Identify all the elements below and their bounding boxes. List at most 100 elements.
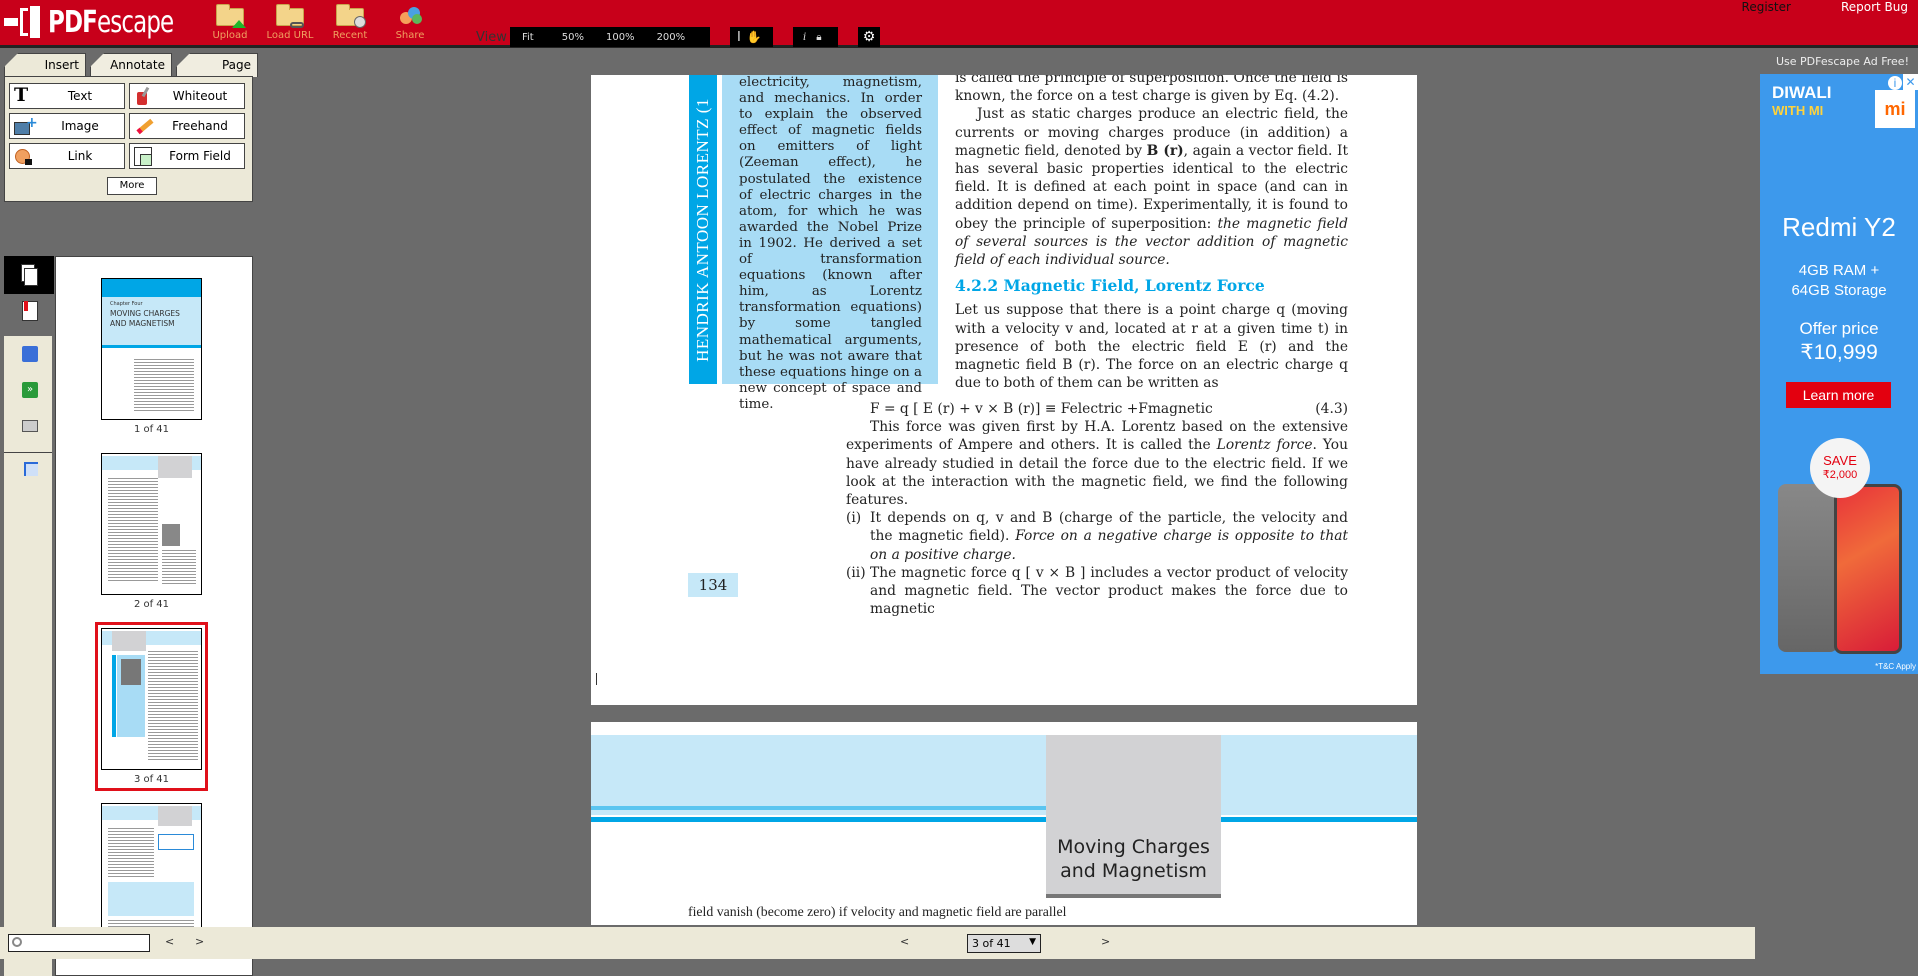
text-cursor-icon[interactable]: Ⅰ (730, 30, 745, 45)
lock-icon[interactable]: 🔒︎ (814, 32, 823, 43)
list-item: (i) It depends on q, v and B (charge of … (846, 509, 1348, 564)
tab-annotate[interactable]: Annotate (90, 53, 172, 77)
bookmarks-button[interactable] (4, 294, 54, 332)
info-icon[interactable]: i (793, 32, 814, 43)
ad-learn-more-button[interactable]: Learn more (1786, 382, 1891, 408)
print-button[interactable] (4, 410, 54, 448)
tool-tabs: Insert Annotate Page (4, 53, 258, 77)
thumbnail-page-1[interactable]: Chapter Four MOVING CHARGES AND MAGNETIS… (101, 278, 202, 435)
header-rule-thin (591, 806, 1046, 810)
logo-text: escape (96, 4, 174, 40)
paragraph: is called the principle of superposition… (955, 75, 1348, 105)
equation-number: (4.3) (1315, 401, 1348, 417)
gear-icon: ⚙ (862, 29, 876, 45)
document-tools: i 🔒︎ (793, 27, 838, 47)
insert-link-button[interactable]: Link (9, 143, 125, 169)
page-select[interactable]: 3 of 41 ▼ (967, 934, 1041, 953)
hand-icon[interactable]: ✋ (745, 30, 764, 44)
biography-text: electricity, magnetism, and mechanics. I… (739, 75, 922, 412)
left-panel: Insert Annotate Page T Text Whiteout + I… (0, 51, 258, 976)
freehand-label: Freehand (172, 119, 228, 133)
more-tools-button[interactable]: More (107, 177, 157, 195)
lower-text-block: F = q [ E (r) + v × B (r)] ≡ Felectric +… (846, 400, 1348, 618)
users-icon (394, 4, 426, 28)
tab-page[interactable]: Page (176, 53, 258, 77)
report-bug-link[interactable]: Report Bug (1841, 0, 1908, 14)
section-heading: 4.2.2 Magnetic Field, Lorentz Force (955, 276, 1265, 296)
prev-page-button[interactable]: < (900, 935, 909, 948)
tab-insert[interactable]: Insert (4, 53, 86, 77)
ad-info-icon[interactable]: i (1888, 76, 1902, 90)
side-icon-strip: » (2, 256, 54, 976)
search-input[interactable] (8, 934, 150, 952)
thumbnail-page-2[interactable]: 2 of 41 (101, 453, 202, 610)
insert-image-button[interactable]: + Image (9, 113, 125, 139)
equation-row: F = q [ E (r) + v × B (r)] ≡ Felectric +… (846, 400, 1348, 418)
divider (4, 452, 52, 453)
register-link[interactable]: Register (1742, 0, 1791, 14)
ad-specs: 64GB Storage (1791, 282, 1887, 299)
pages-view-button[interactable] (4, 256, 54, 294)
text-T-icon: T (14, 84, 29, 106)
settings-button[interactable]: ⚙ (858, 27, 880, 47)
zoom-100-button[interactable]: 100% (596, 32, 647, 43)
page-number: 134 (688, 573, 738, 597)
upload-button[interactable]: Upload (205, 4, 255, 41)
ad-save-amount: ₹2,000 (1822, 469, 1858, 481)
load-url-label: Load URL (266, 30, 314, 41)
share-button[interactable]: Share (385, 4, 435, 41)
recent-label: Recent (332, 30, 368, 41)
print-icon (22, 420, 38, 432)
thumbnail-page-3[interactable]: 3 of 41 (95, 622, 208, 791)
search-prev-button[interactable]: < (165, 935, 174, 948)
ad-brand-line1: DIWALI (1772, 83, 1832, 102)
zoom-controls: Fit 50% 100% 200% (510, 27, 710, 47)
biography-box: electricity, magnetism, and mechanics. I… (722, 75, 938, 412)
list-number: (i) (846, 510, 862, 527)
chapter-header-title: Moving Charges and Magnetism (1057, 836, 1210, 882)
text-tool-label: Text (67, 89, 93, 103)
lorentz-equation: F = q [ E (r) + v × B (r)] ≡ Felectric +… (870, 401, 1213, 417)
recent-button[interactable]: Recent (325, 4, 375, 41)
ad-price: ₹10,999 (1800, 341, 1878, 364)
bottom-bar: < > < 3 of 41 ▼ > (0, 927, 1755, 959)
thumbnail-caption: 3 of 41 (133, 774, 170, 785)
header-band (591, 735, 1417, 815)
share-label: Share (395, 30, 425, 41)
pencil-icon (134, 117, 154, 135)
ad-specs: 4GB RAM + (1798, 262, 1880, 279)
mi-logo: mi (1875, 90, 1915, 128)
whiteout-button[interactable]: Whiteout (129, 83, 245, 109)
download-button[interactable]: » (4, 374, 54, 412)
advertisement[interactable]: i ✕ DIWALI WITH MI mi Redmi Y2 4GB RAM +… (1760, 74, 1918, 674)
whiteout-label: Whiteout (172, 89, 228, 103)
pdfescape-logo[interactable]: PDFescape (4, 4, 195, 40)
zoom-50-button[interactable]: 50% (546, 32, 596, 43)
pdf-page-next[interactable]: Moving Charges and Magnetism field vanis… (591, 722, 1417, 925)
pages-icon-back (24, 268, 38, 286)
form-field-button[interactable]: Form Field (129, 143, 245, 169)
insert-text-button[interactable]: T Text (9, 83, 125, 109)
ad-close-icon[interactable]: ✕ (1903, 74, 1918, 90)
select-area-button[interactable] (4, 454, 54, 492)
thumbnail-title: MOVING CHARGES AND MAGNETISM (110, 309, 180, 328)
next-page-button[interactable]: > (1101, 935, 1110, 948)
upload-label: Upload (212, 30, 248, 41)
load-url-button[interactable]: Load URL (265, 4, 315, 41)
pdf-page-current[interactable]: HENDRIK ANTOON LORENTZ (1 electricity, m… (591, 75, 1417, 705)
ad-brand-line2: WITH MI (1772, 103, 1824, 118)
ad-free-link[interactable]: Use PDFescape Ad Free! (1776, 55, 1909, 68)
image-tool-label: Image (61, 119, 99, 133)
form-field-icon (134, 147, 154, 166)
search-next-button[interactable]: > (195, 935, 204, 948)
freehand-button[interactable]: Freehand (129, 113, 245, 139)
thumbnail-panel[interactable]: Chapter Four MOVING CHARGES AND MAGNETIS… (55, 256, 253, 976)
page-select-value: 3 of 41 (972, 937, 1011, 950)
thumbnail-caption: 2 of 41 (133, 599, 170, 610)
paragraph: field vanish (become zero) if velocity a… (688, 904, 1067, 919)
ad-terms: *T&C Apply (1875, 662, 1916, 671)
zoom-fit-button[interactable]: Fit (510, 32, 546, 43)
zoom-200-button[interactable]: 200% (647, 32, 698, 43)
save-button[interactable] (4, 338, 54, 376)
phone-front-image (1834, 484, 1902, 654)
